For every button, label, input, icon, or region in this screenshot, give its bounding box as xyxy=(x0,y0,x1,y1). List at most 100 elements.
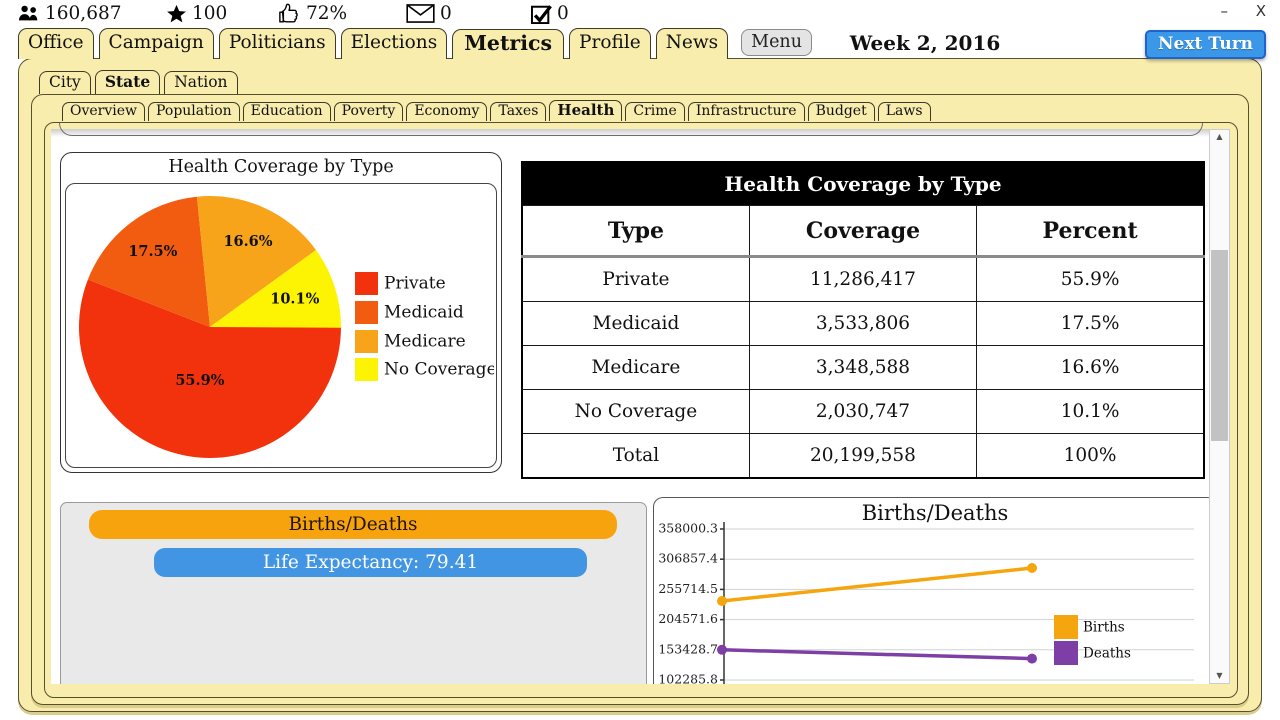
table-cell: 100% xyxy=(977,434,1204,479)
table-cell: Medicare xyxy=(522,346,749,390)
line-legend-label: Births xyxy=(1083,620,1125,636)
table-row-private: Private11,286,41755.9% xyxy=(522,257,1204,302)
line-chart-title: Births/Deaths xyxy=(654,501,1216,525)
pie-chart-area: 55.9%17.5%16.6%10.1%PrivateMedicaidMedic… xyxy=(65,183,497,468)
scroll-down-icon[interactable]: ▼ xyxy=(1210,670,1229,682)
pie-legend-swatch xyxy=(355,358,378,381)
stat-value-tasks: 0 xyxy=(557,3,569,24)
y-tick-label: 153428.7 xyxy=(658,641,718,656)
pie-chart-title: Health Coverage by Type xyxy=(61,157,501,177)
metric-tab-crime[interactable]: Crime xyxy=(625,102,684,121)
date-display: Week 2, 2016 xyxy=(780,31,1070,55)
births-deaths-button[interactable]: Births/Deaths xyxy=(89,510,617,539)
table-cell: No Coverage xyxy=(522,390,749,434)
metric-tab-education[interactable]: Education xyxy=(243,102,331,121)
pie-slice-label: 16.6% xyxy=(223,233,272,250)
line-legend-swatch xyxy=(1054,641,1078,665)
pie-legend-swatch xyxy=(355,301,378,324)
pie-legend-swatch xyxy=(355,330,378,353)
next-turn-button[interactable]: Next Turn xyxy=(1145,30,1266,59)
metrics-panel: CityStateNation OverviewPopulationEducat… xyxy=(18,58,1262,712)
stat-value-messages: 0 xyxy=(440,3,452,24)
people-icon xyxy=(18,4,40,23)
pie-legend-swatch xyxy=(355,272,378,295)
line-series-deaths xyxy=(722,650,1032,659)
line-legend-swatch xyxy=(1054,615,1078,639)
scrollbar-thumb[interactable] xyxy=(1211,250,1228,441)
data-point-deaths xyxy=(1027,654,1037,664)
coverage-pie-card: Health Coverage by Type 55.9% 17.5% 16.6% 1… xyxy=(60,152,502,473)
data-point-births xyxy=(717,596,727,606)
table-header-row: TypeCoveragePercent xyxy=(522,206,1204,257)
y-tick-label: 255714.5 xyxy=(658,581,718,596)
vitals-panel: Births/Deaths Life Expectancy: 79.41 xyxy=(60,502,647,684)
stat-value-approval: 72% xyxy=(306,3,347,24)
births-deaths-chart-card: Births/Deaths 358000.3306857.4255714.520… xyxy=(653,497,1217,684)
main-tab-bar: OfficeCampaignPoliticiansElectionsMetric… xyxy=(18,28,812,59)
scrolled-out-card-edge xyxy=(59,123,1203,136)
coverage-pie-chart: 55.9%17.5%16.6%10.1%PrivateMedicaidMedic… xyxy=(66,184,494,465)
stat-messages: 0 xyxy=(406,3,452,24)
life-expectancy-button[interactable]: Life Expectancy: 79.41 xyxy=(154,548,587,577)
metric-tab-laws[interactable]: Laws xyxy=(878,102,931,121)
y-tick-label: 306857.4 xyxy=(658,551,718,566)
metric-tab-economy[interactable]: Economy xyxy=(406,102,487,121)
data-point-deaths xyxy=(717,645,727,655)
metric-tab-poverty[interactable]: Poverty xyxy=(334,102,404,121)
tab-metrics[interactable]: Metrics xyxy=(452,29,564,59)
column-header-percent: Percent xyxy=(977,206,1204,257)
stat-political-capital: 100 xyxy=(166,3,227,24)
table-cell: 55.9% xyxy=(977,257,1204,302)
tab-campaign[interactable]: Campaign xyxy=(99,28,214,59)
pie-slice-label: 10.1% xyxy=(270,291,319,308)
table-cell: Private xyxy=(522,257,749,302)
game-window: 160,687 100 72% 0 0 – X OfficeCampaignPoliti… xyxy=(0,0,1280,720)
pie-legend-label: Private xyxy=(384,274,446,294)
table-cell: 2,030,747 xyxy=(749,390,976,434)
table-row-no-coverage: No Coverage2,030,74710.1% xyxy=(522,390,1204,434)
tab-politicians[interactable]: Politicians xyxy=(219,28,336,59)
metric-tab-taxes[interactable]: Taxes xyxy=(490,102,546,121)
metric-tab-bar: OverviewPopulationEducationPovertyEconom… xyxy=(62,100,931,121)
health-content: Health Coverage by Type 55.9%17.5%16.6%1… xyxy=(51,129,1209,684)
metric-tab-health[interactable]: Health xyxy=(549,100,622,121)
stat-value-population: 160,687 xyxy=(45,3,122,24)
scroll-up-icon[interactable]: ▲ xyxy=(1210,131,1229,143)
stat-population: 160,687 xyxy=(18,3,122,24)
pie-legend-label: Medicare xyxy=(384,332,466,352)
metric-tab-population[interactable]: Population xyxy=(148,102,240,121)
tab-news[interactable]: News xyxy=(656,28,728,59)
pie-legend-label: No Coverage xyxy=(384,360,494,380)
stat-approval: 72% xyxy=(278,3,347,24)
tab-profile[interactable]: Profile xyxy=(569,28,651,59)
region-tab-nation[interactable]: Nation xyxy=(164,71,237,94)
pie-slice-label: 17.5% xyxy=(128,243,177,260)
table-cell: Total xyxy=(522,434,749,479)
births-deaths-line-chart: 358000.3306857.4255714.5204571.6153428.7… xyxy=(654,498,1216,684)
star-icon xyxy=(166,4,187,24)
table-row-total: Total20,199,558100% xyxy=(522,434,1204,479)
table-cell: 11,286,417 xyxy=(749,257,976,302)
table-cell: 3,348,588 xyxy=(749,346,976,390)
checkbox-icon xyxy=(531,4,552,24)
tab-elections[interactable]: Elections xyxy=(341,28,448,59)
y-tick-label: 204571.6 xyxy=(658,611,718,626)
pie-slice-label: 55.9% xyxy=(175,372,224,389)
table-cell: 17.5% xyxy=(977,302,1204,346)
y-tick-label: 102285.8 xyxy=(658,672,718,685)
region-tab-bar: CityStateNation xyxy=(39,70,238,94)
region-tab-state[interactable]: State xyxy=(95,70,160,94)
status-bar: 160,687 100 72% 0 0 xyxy=(0,0,1280,27)
metric-tab-budget[interactable]: Budget xyxy=(808,102,875,121)
table-row-medicare: Medicare3,348,58816.6% xyxy=(522,346,1204,390)
metric-tab-overview[interactable]: Overview xyxy=(62,102,145,121)
minimize-button[interactable]: – xyxy=(1221,2,1229,20)
metric-tab-infrastructure[interactable]: Infrastructure xyxy=(688,102,805,121)
region-tab-city[interactable]: City xyxy=(39,71,91,94)
tab-office[interactable]: Office xyxy=(18,28,94,59)
column-header-coverage: Coverage xyxy=(749,206,976,257)
vertical-scrollbar[interactable]: ▲ ▼ xyxy=(1209,129,1230,684)
close-button[interactable]: X xyxy=(1256,2,1266,20)
table-cell: 3,533,806 xyxy=(749,302,976,346)
health-panel: Health Coverage by Type 55.9%17.5%16.6%1… xyxy=(44,122,1238,698)
